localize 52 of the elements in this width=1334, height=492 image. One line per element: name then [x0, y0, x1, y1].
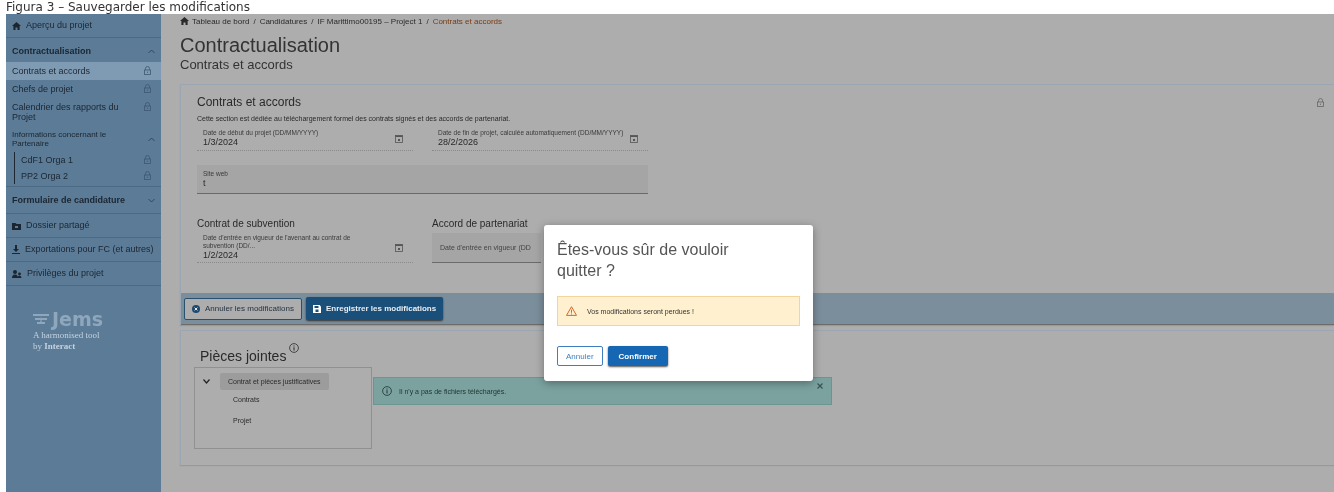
folder-icon — [12, 221, 21, 230]
nav-group[interactable]: Informations concernant le Partenaire — [6, 126, 161, 152]
subsection-title: Accord de partenariat — [432, 218, 529, 229]
breadcrumb-separator: / — [426, 16, 429, 26]
save-icon — [312, 304, 321, 313]
nav-item[interactable]: PP2 Orga 2 — [15, 168, 161, 184]
calendar-icon — [630, 134, 638, 143]
nav-item[interactable]: CdF1 Orga 1 — [15, 152, 161, 168]
nav-item[interactable]: Calendrier des rapports du Projet — [6, 98, 161, 126]
nav-item[interactable]: Contrats et accords — [6, 62, 161, 80]
cancel-button[interactable]: Annuler — [557, 346, 603, 366]
field-value: t — [203, 177, 207, 189]
save-button[interactable]: Enregistrer les modifications — [305, 297, 444, 320]
nav-link[interactable]: Aperçu du projet — [6, 16, 161, 35]
breadcrumb-link[interactable]: Candidatures — [259, 16, 308, 26]
breadcrumb-link[interactable]: Tableau de bord — [192, 16, 250, 26]
section-title: Contrats et accords — [197, 95, 302, 109]
info-icon — [289, 343, 300, 353]
section-title: Pièces jointes — [200, 347, 287, 365]
logo-tagline: A harmonised tool — [33, 330, 101, 341]
calendar-icon — [395, 243, 403, 252]
close-button[interactable] — [817, 383, 823, 389]
logo-icon — [33, 312, 49, 326]
logo-tagline: by Interact — [33, 341, 77, 352]
page-subtitle: Contrats et accords — [180, 57, 294, 73]
home-icon — [180, 17, 189, 25]
close-icon — [817, 383, 823, 389]
field-value: 1/2/2024 — [203, 250, 240, 261]
nav-item[interactable]: Chefs de projet — [6, 80, 161, 98]
field-value: 1/3/2024 — [203, 137, 240, 148]
dialog-title: Êtes-vous sûr de vouloir quitter ? — [557, 239, 730, 281]
breadcrumb-separator: / — [253, 16, 256, 26]
info-icon — [382, 386, 392, 396]
nav-link[interactable]: Exportations pour FC (et autres) — [6, 240, 161, 259]
nav-section[interactable]: Contractualisation — [6, 40, 161, 62]
cancel-button[interactable]: Annuler les modifications — [184, 297, 302, 320]
subsection-title: Contrat de subvention — [197, 218, 296, 229]
figure-caption: Figura 3 – Sauvegarder les modifications — [6, 1, 250, 14]
home-icon — [12, 21, 21, 30]
field-value: 28/2/2026 — [438, 137, 480, 148]
warning-icon — [566, 306, 577, 316]
calendar-icon — [395, 134, 403, 143]
page-title: Contractualisation — [180, 33, 342, 57]
nav-link[interactable]: Privilèges du projet — [6, 264, 161, 283]
confirm-button[interactable]: Confirmer — [607, 346, 668, 366]
nav-section[interactable]: Formulaire de candidature — [6, 189, 161, 211]
close-circle-icon — [192, 304, 200, 313]
download-icon — [12, 245, 20, 254]
breadcrumb-separator: / — [311, 16, 314, 26]
people-icon — [12, 269, 22, 278]
nav-link[interactable]: Dossier partagé — [6, 216, 161, 235]
breadcrumb-link[interactable]: IF Marittimo00195 – Project 1 — [317, 16, 423, 26]
